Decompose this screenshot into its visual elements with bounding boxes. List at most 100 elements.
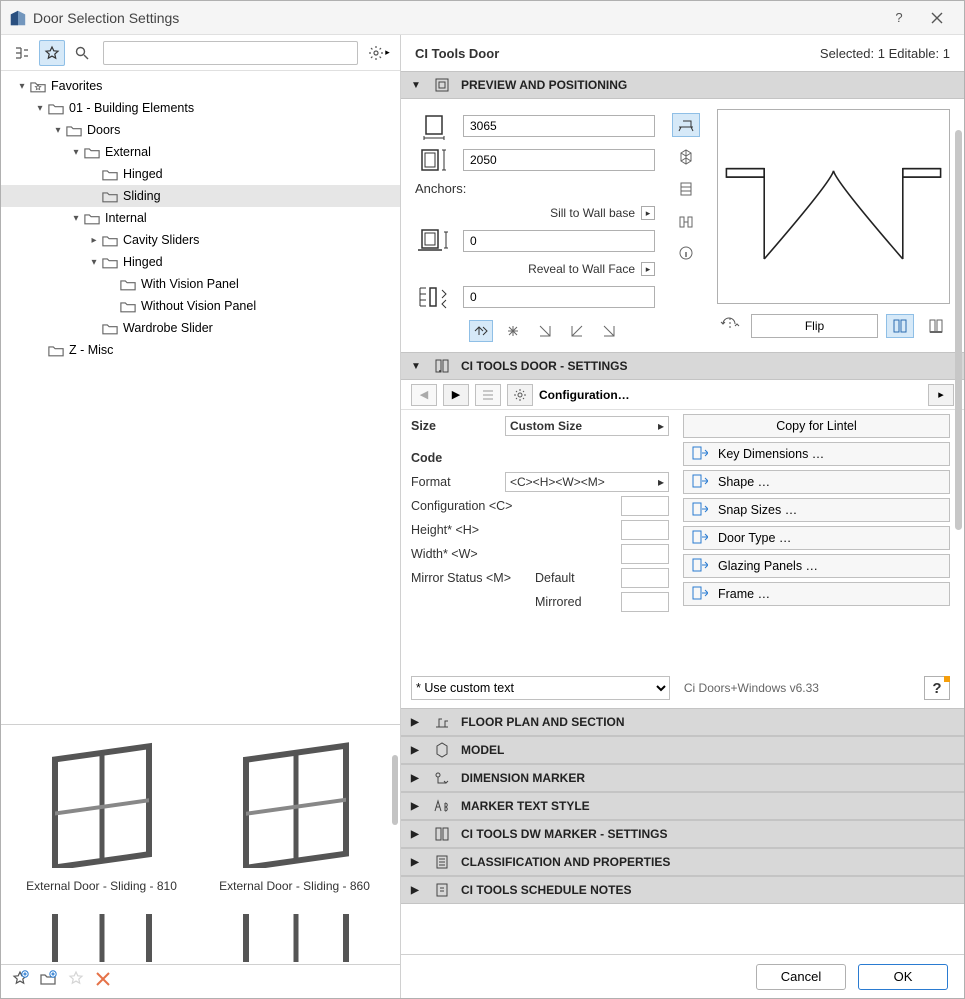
- section-floorplan-header[interactable]: ▶FLOOR PLAN AND SECTION: [401, 708, 964, 736]
- tree-item-label: Internal: [105, 211, 147, 225]
- tree-item[interactable]: Hinged: [1, 163, 400, 185]
- format-value[interactable]: <C><H><W><M>▸: [505, 472, 669, 492]
- tree-item[interactable]: ▾Favorites: [1, 75, 400, 97]
- thumb-item[interactable]: External Door - Sliding - 810: [19, 733, 184, 896]
- section-dwmarker-header[interactable]: ▶CI TOOLS DW MARKER - SETTINGS: [401, 820, 964, 848]
- help-box-button[interactable]: ?: [924, 676, 950, 700]
- view-elev-button[interactable]: [672, 177, 700, 201]
- rotate-icon[interactable]: [717, 314, 743, 339]
- right-header: CI Tools Door Selected: 1 Editable: 1: [401, 35, 964, 71]
- goto-icon: [692, 502, 708, 519]
- tree-item[interactable]: ▾Hinged: [1, 251, 400, 273]
- ok-button[interactable]: OK: [858, 964, 948, 990]
- view-2d-button[interactable]: [672, 113, 700, 137]
- widthc-label: Width* <W>: [411, 547, 621, 561]
- tree-mode-button[interactable]: [9, 40, 35, 66]
- search-input[interactable]: [103, 41, 358, 65]
- reveal-input[interactable]: [463, 286, 655, 308]
- tree-item[interactable]: Without Vision Panel: [1, 295, 400, 317]
- opening-dir-1[interactable]: [886, 314, 914, 338]
- anchor-btn-4[interactable]: [565, 320, 589, 342]
- right-scrollbar[interactable]: [955, 130, 962, 948]
- favorites-tree[interactable]: ▾Favorites▾01 - Building Elements▾Doors▾…: [1, 71, 400, 724]
- chevron-down-icon: ▼: [411, 361, 423, 372]
- reveal-popup-button[interactable]: ▸: [641, 262, 655, 276]
- tree-item[interactable]: ▾External: [1, 141, 400, 163]
- widthc-input[interactable]: [621, 544, 669, 564]
- thumb-item[interactable]: [212, 914, 377, 965]
- snap-button[interactable]: Snap Sizes …: [683, 498, 950, 522]
- anchor-btn-1[interactable]: [469, 320, 493, 342]
- thumb-item[interactable]: [19, 914, 184, 965]
- anchor-btn-3[interactable]: [533, 320, 557, 342]
- tree-item[interactable]: ▾Doors: [1, 119, 400, 141]
- add-favorite-icon[interactable]: [11, 970, 29, 993]
- keydim-button[interactable]: Key Dimensions …: [683, 442, 950, 466]
- frame-button[interactable]: Frame …: [683, 582, 950, 606]
- tree-item[interactable]: ▸Cavity Sliders: [1, 229, 400, 251]
- tree-item[interactable]: Wardrobe Slider: [1, 317, 400, 339]
- right-panel: CI Tools Door Selected: 1 Editable: 1 ▼ …: [401, 35, 964, 998]
- dwmarker-icon: [433, 825, 451, 843]
- custom-text-select[interactable]: * Use custom text: [411, 676, 670, 700]
- nav-back-button[interactable]: ◀: [411, 384, 437, 406]
- left-toolbar: ▸: [1, 35, 400, 71]
- nav-popup-button[interactable]: ▸: [928, 384, 954, 406]
- tree-item-label: Sliding: [123, 189, 161, 203]
- width-input[interactable]: [463, 115, 655, 137]
- mirrored-input[interactable]: [621, 592, 669, 612]
- tree-item[interactable]: ▾01 - Building Elements: [1, 97, 400, 119]
- preview-body: Anchors: Sill to Wall base▸ Reveal to Wa…: [401, 99, 964, 352]
- section-settings-header[interactable]: ▼ CI TOOLS DOOR - SETTINGS: [401, 352, 964, 380]
- goto-icon: [692, 446, 708, 463]
- gear-button[interactable]: ▸: [366, 40, 392, 66]
- view-3d-button[interactable]: [672, 145, 700, 169]
- view-section-button[interactable]: [672, 209, 700, 233]
- doortype-button[interactable]: Door Type …: [683, 526, 950, 550]
- delete-icon[interactable]: [95, 971, 111, 992]
- config-input[interactable]: [621, 496, 669, 516]
- heightc-input[interactable]: [621, 520, 669, 540]
- tree-item[interactable]: With Vision Panel: [1, 273, 400, 295]
- section-markertext-header[interactable]: ▶MARKER TEXT STYLE: [401, 792, 964, 820]
- tree-item[interactable]: Z - Misc: [1, 339, 400, 361]
- section-model-header[interactable]: ▶MODEL: [401, 736, 964, 764]
- tree-item[interactable]: Sliding: [1, 185, 400, 207]
- add-folder-icon[interactable]: [39, 970, 57, 993]
- nav-list-button[interactable]: [475, 384, 501, 406]
- view-info-button[interactable]: [672, 241, 700, 265]
- thumb-item[interactable]: External Door - Sliding - 860: [212, 733, 377, 896]
- copy-lintel-button[interactable]: Copy for Lintel: [683, 414, 950, 438]
- chevron-icon: ▾: [15, 81, 29, 92]
- nav-gear-button[interactable]: [507, 384, 533, 406]
- section-preview-header[interactable]: ▼ PREVIEW AND POSITIONING: [401, 71, 964, 99]
- anchor-btn-2[interactable]: [501, 320, 525, 342]
- glazing-button[interactable]: Glazing Panels …: [683, 554, 950, 578]
- anchor-btn-5[interactable]: [597, 320, 621, 342]
- format-label: Format: [411, 475, 505, 489]
- folder-icon: [47, 100, 65, 116]
- size-value[interactable]: Custom Size▸: [505, 416, 669, 436]
- sill-popup-button[interactable]: ▸: [641, 206, 655, 220]
- tree-item-label: With Vision Panel: [141, 277, 239, 291]
- height-input[interactable]: [463, 149, 655, 171]
- help-button[interactable]: ?: [880, 1, 918, 35]
- nav-fwd-button[interactable]: ▶: [443, 384, 469, 406]
- tree-item[interactable]: ▾Internal: [1, 207, 400, 229]
- flip-button[interactable]: Flip: [751, 314, 878, 338]
- shape-button[interactable]: Shape …: [683, 470, 950, 494]
- search-button[interactable]: [69, 40, 95, 66]
- thumbs-scrollbar[interactable]: [392, 755, 398, 825]
- sill-label: Sill to Wall base: [550, 206, 635, 220]
- cancel-button[interactable]: Cancel: [756, 964, 846, 990]
- sill-input[interactable]: [463, 230, 655, 252]
- opening-dir-2[interactable]: [922, 314, 950, 338]
- section-classif-header[interactable]: ▶CLASSIFICATION AND PROPERTIES: [401, 848, 964, 876]
- model-icon: [433, 741, 451, 759]
- dialog-footer: Cancel OK: [401, 954, 964, 998]
- section-dimmarker-header[interactable]: ▶DIMENSION MARKER: [401, 764, 964, 792]
- section-schedule-header[interactable]: ▶CI TOOLS SCHEDULE NOTES: [401, 876, 964, 904]
- favorites-mode-button[interactable]: [39, 40, 65, 66]
- close-button[interactable]: [918, 1, 956, 35]
- default-input[interactable]: [621, 568, 669, 588]
